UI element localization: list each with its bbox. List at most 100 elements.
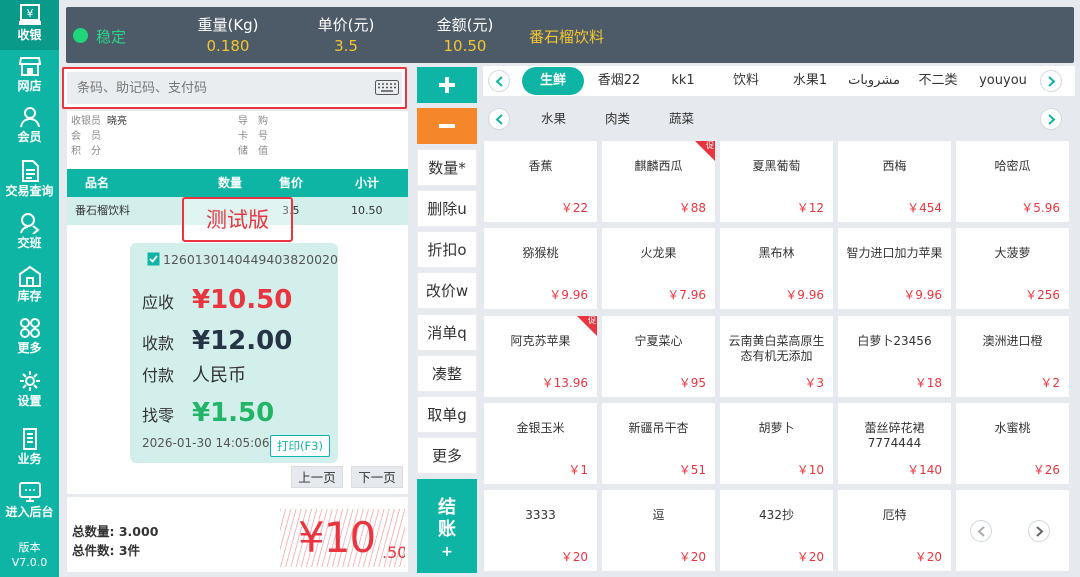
product-price: ￥26 bbox=[1032, 463, 1060, 477]
product-tile[interactable]: 阿克苏苹果 ￥13.96 促 bbox=[484, 316, 597, 397]
product-tile[interactable]: 火龙果 ￥7.96 bbox=[602, 228, 715, 309]
nav-item-transactions[interactable]: 交易查询 bbox=[0, 156, 59, 206]
product-tile[interactable]: 哈密瓜 ￥5.96 bbox=[956, 141, 1069, 222]
product-tile[interactable]: 新疆吊干杏 ￥51 bbox=[602, 403, 715, 484]
more-actions-button[interactable]: 更多 bbox=[417, 437, 477, 474]
grid-prev-button[interactable] bbox=[970, 520, 992, 542]
discount-button[interactable]: 折扣o bbox=[417, 231, 477, 268]
payment-method-label: 付款 bbox=[142, 366, 175, 385]
product-tile[interactable]: 大菠萝 ￥256 bbox=[956, 228, 1069, 309]
product-price: ￥5.96 bbox=[1021, 201, 1060, 215]
total-count: 总件数: 3件 bbox=[72, 540, 140, 559]
product-tile[interactable]: 智力进口加力苹果 ￥9.96 bbox=[838, 228, 951, 309]
nav-label: 库存 bbox=[17, 289, 42, 303]
product-tile[interactable]: 宁夏菜心 ￥95 bbox=[602, 316, 715, 397]
change-price-button[interactable]: 改价w bbox=[417, 272, 477, 309]
tab-arabic-drinks[interactable]: مشروبات bbox=[843, 71, 905, 91]
barcode-search-input[interactable] bbox=[67, 72, 402, 104]
product-tile[interactable]: 香蕉 ￥22 bbox=[484, 141, 597, 222]
svg-text:¥: ¥ bbox=[26, 7, 33, 20]
tab-drinks[interactable]: 饮料 bbox=[721, 71, 771, 91]
product-name: 西梅 bbox=[882, 159, 907, 173]
product-tile[interactable]: 黑布林 ￥9.96 bbox=[720, 228, 833, 309]
round-off-button[interactable]: 凑整 bbox=[417, 355, 477, 392]
print-button[interactable]: 打印(F3) bbox=[270, 435, 330, 457]
nav-item-shift[interactable]: 交班 bbox=[0, 208, 59, 258]
chevron-right-icon bbox=[1036, 526, 1044, 537]
product-tile[interactable]: 胡萝卜 ￥10 bbox=[720, 403, 833, 484]
receipt-check-icon bbox=[147, 252, 160, 266]
subcategory-prev-button[interactable] bbox=[488, 108, 510, 130]
scale-status: 稳定 bbox=[96, 28, 127, 46]
nav-item-business[interactable]: 业务 bbox=[0, 424, 59, 474]
nav-item-member[interactable]: 会员 bbox=[0, 102, 59, 152]
promo-badge: 促 bbox=[706, 141, 714, 150]
tab-non-second[interactable]: 不二类 bbox=[911, 71, 965, 91]
product-tile[interactable]: 澳洲进口橙 ￥2 bbox=[956, 316, 1069, 397]
product-tile[interactable]: 432抄 ￥20 bbox=[720, 490, 833, 571]
tab-fruit1[interactable]: 水果1 bbox=[781, 71, 839, 91]
tab-kk1[interactable]: kk1 bbox=[655, 71, 711, 91]
totals-panel: 总数量: 3.000 总件数: 3件 ¥10 .50 bbox=[67, 497, 408, 572]
increase-qty-button[interactable] bbox=[417, 67, 477, 103]
subcategory-tabs: 水果 肉类 蔬菜 bbox=[483, 104, 1075, 134]
quantity-button[interactable]: 数量* bbox=[417, 149, 477, 186]
nav-label: 设置 bbox=[17, 394, 42, 408]
product-tile[interactable]: 水蜜桃 ￥26 bbox=[956, 403, 1069, 484]
product-name: 火龙果 bbox=[640, 246, 677, 260]
product-price: ￥7.96 bbox=[667, 288, 706, 302]
weight-metric: 重量(Kg) 0.180 bbox=[184, 15, 272, 56]
tab-youyou[interactable]: youyou bbox=[975, 71, 1031, 91]
tab-fresh[interactable]: 生鲜 bbox=[522, 67, 584, 95]
receivable-row: 应收 ¥10.50 bbox=[142, 283, 292, 317]
product-tile[interactable]: 西梅 ￥454 bbox=[838, 141, 951, 222]
nav-item-cashier[interactable]: ¥ 收银 bbox=[0, 0, 59, 50]
checkout-button[interactable]: 结 账 + bbox=[417, 479, 477, 573]
product-tile[interactable]: 金银玉米 ￥1 bbox=[484, 403, 597, 484]
nav-item-more[interactable]: 更多 bbox=[0, 313, 59, 363]
nav-item-store[interactable]: 网店 bbox=[0, 51, 59, 101]
delete-button[interactable]: 删除u bbox=[417, 190, 477, 227]
gear-icon bbox=[19, 371, 40, 391]
product-tile[interactable]: 猕猴桃 ￥9.96 bbox=[484, 228, 597, 309]
retrieve-order-button[interactable]: 取单g bbox=[417, 396, 477, 433]
version-number: V7.0.0 bbox=[11, 556, 48, 569]
prev-page-button[interactable]: 上一页 bbox=[291, 466, 343, 488]
product-tile[interactable]: 夏黑葡萄 ￥12 bbox=[720, 141, 833, 222]
tab-cigarettes[interactable]: 香烟22 bbox=[589, 71, 649, 91]
decrease-qty-button[interactable] bbox=[417, 108, 477, 144]
product-tile[interactable]: 白萝卜23456 ￥18 bbox=[838, 316, 951, 397]
search-box bbox=[62, 67, 407, 109]
category-next-button[interactable] bbox=[1040, 70, 1062, 92]
grid-next-button[interactable] bbox=[1028, 520, 1050, 542]
next-page-button[interactable]: 下一页 bbox=[351, 466, 403, 488]
cancel-order-button[interactable]: 消单q bbox=[417, 314, 477, 351]
subtab-meat[interactable]: 肉类 bbox=[605, 109, 630, 129]
promo-badge: 促 bbox=[588, 316, 596, 325]
order-number-value: 1260130140449403820020 bbox=[163, 252, 338, 267]
product-name: 蕾丝碎花裙7774444 bbox=[864, 421, 925, 450]
category-tabs: 生鲜 香烟22 kk1 饮料 水果1 مشروبات 不二类 youyou bbox=[483, 66, 1075, 96]
keyboard-icon[interactable] bbox=[375, 80, 399, 95]
nav-item-backend[interactable]: 进入后台 bbox=[0, 477, 59, 527]
product-name: 猕猴桃 bbox=[522, 246, 559, 260]
payment-method-row: 付款 人民币 bbox=[142, 359, 246, 393]
nav-item-inventory[interactable]: 库存 bbox=[0, 261, 59, 311]
subtab-vegetables[interactable]: 蔬菜 bbox=[669, 109, 694, 129]
status-indicator-icon bbox=[73, 28, 88, 43]
product-tile[interactable]: 蕾丝碎花裙7774444 ￥140 bbox=[838, 403, 951, 484]
product-tile[interactable]: 厄特 ￥20 bbox=[838, 490, 951, 571]
product-tile[interactable]: 麒麟西瓜 ￥88 促 bbox=[602, 141, 715, 222]
category-prev-button[interactable] bbox=[488, 70, 510, 92]
chevron-left-icon bbox=[977, 526, 985, 537]
cashier-info-panel: 收银员 晓亮 导 购 会 员 卡 号 积 分 储 值 bbox=[67, 111, 408, 169]
product-name: 胡萝卜 bbox=[758, 421, 795, 435]
product-tile[interactable]: 3333 ￥20 bbox=[484, 490, 597, 571]
nav-item-settings[interactable]: 设置 bbox=[0, 366, 59, 416]
product-tile[interactable]: 云南黄白菜高原生态有机无添加 ￥3 bbox=[720, 316, 833, 397]
subtab-fruit[interactable]: 水果 bbox=[541, 109, 566, 129]
product-tile[interactable]: 逗 ￥20 bbox=[602, 490, 715, 571]
col-name: 品名 bbox=[85, 176, 110, 190]
stored-value-label: 储 值 bbox=[238, 146, 268, 157]
subcategory-next-button[interactable] bbox=[1040, 108, 1062, 130]
